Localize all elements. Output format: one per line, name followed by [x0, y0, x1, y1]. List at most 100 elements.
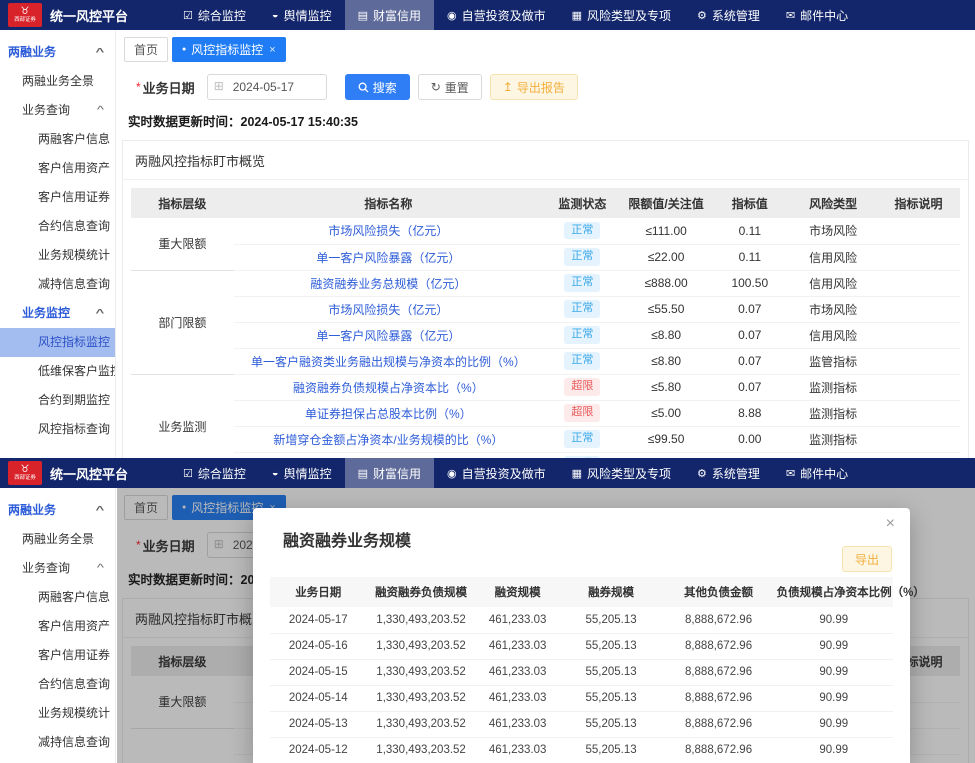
close-icon[interactable]: ×	[886, 516, 895, 532]
securities-lending-scale-cell: 55,205.13	[559, 711, 663, 738]
brand-logo: ♉ 西部证券	[8, 461, 42, 485]
sidebar-item[interactable]: 业务查询 ^	[0, 554, 115, 583]
sidebar-item[interactable]: 客户信用证券	[0, 641, 115, 670]
page-tab[interactable]: 首页	[124, 37, 169, 62]
sidebar-item-label: 业务监控	[22, 306, 71, 320]
search-button[interactable]: 搜索	[344, 74, 410, 100]
indicator-desc-cell	[877, 296, 960, 323]
column-header: 业务日期	[270, 577, 367, 607]
modal-title: 融资融券业务规模	[283, 533, 412, 550]
sidebar-item[interactable]: 减持信息查询	[0, 270, 115, 299]
sidebar-item[interactable]: 两融业务全景	[0, 67, 115, 96]
export-report-button[interactable]: ↥ 导出报告	[489, 74, 578, 100]
nav-item[interactable]: ▦ 风险类型及专项	[559, 458, 684, 488]
sidebar-item[interactable]: 客户信用资产	[0, 612, 115, 641]
securities-lending-scale-cell: 55,205.13	[559, 659, 663, 686]
sidebar: 两融业务 ^ 两融业务全景 业务查询 ^ 两融客户信息 客户信用资产 客户信用证…	[0, 488, 116, 763]
sidebar-item[interactable]: 合约到期监控	[0, 386, 115, 415]
sidebar-item[interactable]: 低维保客户监控	[0, 357, 115, 386]
limit-value-cell: ≤5.80	[621, 374, 711, 401]
sidebar-item[interactable]: 两融客户信息	[0, 125, 115, 154]
sidebar-item[interactable]: 风控指标查询	[0, 415, 115, 444]
nav-item[interactable]: ⚙ 系统管理	[684, 458, 773, 488]
sidebar-item[interactable]: 两融业务 ^	[0, 496, 115, 525]
sidebar-item[interactable]: 两融客户信息	[0, 583, 115, 612]
indicator-name-link[interactable]: 单一客户融资类业务融出规模与净资本的比例（%）	[251, 355, 526, 369]
indicator-name-link[interactable]: 新增穿仓金额占净资本/业务规模的比（%）	[273, 433, 503, 447]
reset-button[interactable]: ↻ 重置	[417, 74, 482, 100]
mail-center-icon: ✉	[785, 9, 796, 22]
risk-type-cell: 监测指标	[789, 400, 878, 427]
debt-scale-cell: 1,330,493,203.52	[366, 737, 476, 763]
nav-item[interactable]: ▤ 财富信用	[344, 458, 434, 488]
indicator-name-link[interactable]: 融资融券业务总规模（亿元）	[310, 277, 466, 291]
column-header: 风险类型	[789, 188, 878, 218]
limit-value-cell: ≤99.50	[621, 426, 711, 453]
sidebar-item[interactable]: 减持信息查询	[0, 728, 115, 757]
tab-close-icon[interactable]: ×	[269, 44, 275, 56]
sidebar-item-label: 两融业务	[8, 503, 57, 517]
status-badge: 正常	[564, 222, 601, 240]
sidebar-item-label: 风控指标监控	[38, 335, 111, 349]
sidebar-item[interactable]: 两融业务全景	[0, 525, 115, 554]
indicator-name-link[interactable]: 单一客户风险暴露（亿元）	[316, 329, 460, 343]
nav-item[interactable]: ✉ 邮件中心	[773, 0, 861, 30]
sidebar-item[interactable]: 业务规模统计	[0, 699, 115, 728]
sidebar-item[interactable]: 合约信息查询	[0, 212, 115, 241]
sidebar-item[interactable]: 业务监控 ^	[0, 757, 115, 763]
debt-scale-cell: 1,330,493,203.52	[366, 633, 476, 660]
wealth-credit-icon: ▤	[357, 9, 368, 22]
nav-item[interactable]: ◉ 自营投资及做市	[434, 458, 559, 488]
sidebar-item-label: 客户信用资产	[38, 161, 111, 175]
risk-type-cell: 信用风险	[789, 270, 878, 297]
status-cell: 正常	[543, 218, 622, 245]
sidebar-item[interactable]: 业务查询 ^	[0, 96, 115, 125]
main-content: 首页 ● 风控指标监控 × * 业务日期 ⊞ 2024-05-17 搜索 ↻ 重…	[116, 30, 975, 458]
nav-item[interactable]: ▤ 财富信用	[344, 0, 434, 30]
nav-item[interactable]: ◉ 自营投资及做市	[434, 0, 559, 30]
sidebar-item[interactable]: 业务监控 ^	[0, 299, 115, 328]
sidebar-item[interactable]: 客户信用资产	[0, 154, 115, 183]
column-header: 融券规模	[559, 577, 663, 607]
indicator-name-link[interactable]: 融资融券负债规模占净资本比（%）	[293, 381, 484, 395]
modal-export-button[interactable]: 导出	[841, 546, 892, 572]
column-header: 指标名称	[233, 188, 543, 218]
sidebar-item-label: 合约到期监控	[38, 393, 111, 407]
indicator-desc-cell	[877, 244, 960, 271]
sidebar-item[interactable]: 两融业务 ^	[0, 38, 115, 67]
indicator-name-link[interactable]: 单证券担保占总股本比例（%）	[305, 407, 472, 421]
indicator-desc-cell	[877, 322, 960, 349]
page-tab[interactable]: ● 风控指标监控 ×	[172, 37, 286, 62]
risk-type-cell: 监测指标	[789, 426, 878, 453]
required-mark: *	[136, 80, 141, 94]
sidebar-item[interactable]: 业务规模统计	[0, 241, 115, 270]
business-date-input[interactable]	[206, 74, 327, 100]
financing-scale-cell: 461,233.03	[475, 711, 560, 738]
indicator-desc-cell	[877, 426, 960, 453]
nav-item[interactable]: ☑ 综合监控	[170, 0, 259, 30]
sidebar-item-label: 两融业务全景	[22, 74, 95, 88]
status-cell: 正常	[543, 322, 622, 349]
nav-item[interactable]: ▦ 风险类型及专项	[559, 0, 684, 30]
indicator-name-link[interactable]: 市场风险损失（亿元）	[328, 303, 448, 317]
indicator-name-link[interactable]: 单一客户风险暴露（亿元）	[316, 251, 460, 265]
indicator-value-cell: 8.88	[710, 400, 790, 427]
brand-name: 西部证券	[14, 16, 36, 23]
status-badge: 正常	[564, 248, 601, 266]
risk-type-cell: 信用风险	[789, 244, 878, 271]
nav-item[interactable]: ⚙ 系统管理	[684, 0, 773, 30]
sidebar-item[interactable]: 合约信息查询	[0, 670, 115, 699]
status-badge: 正常	[564, 300, 601, 318]
indicator-name-link[interactable]: 市场风险损失（亿元）	[328, 224, 448, 238]
sidebar-item[interactable]: 客户信用证券	[0, 183, 115, 212]
indicator-desc-cell	[877, 218, 960, 245]
nav-item[interactable]: ☑ 综合监控	[170, 458, 259, 488]
brand-name: 西部证券	[14, 474, 36, 481]
sidebar-item[interactable]: 风控指标监控	[0, 328, 115, 357]
nav-item[interactable]: ✉ 邮件中心	[773, 458, 861, 488]
nav-item[interactable]: ◒ 舆情监控	[259, 0, 345, 30]
top-navbar: ♉ 西部证券 统一风控平台 ☑ 综合监控 ◒ 舆情监控 ▤ 财富信用 ◉ 自营投…	[0, 0, 975, 30]
nav-item[interactable]: ◒ 舆情监控	[259, 458, 345, 488]
indicator-value-cell: 0.07	[710, 348, 790, 375]
column-header: 监测状态	[543, 188, 622, 218]
